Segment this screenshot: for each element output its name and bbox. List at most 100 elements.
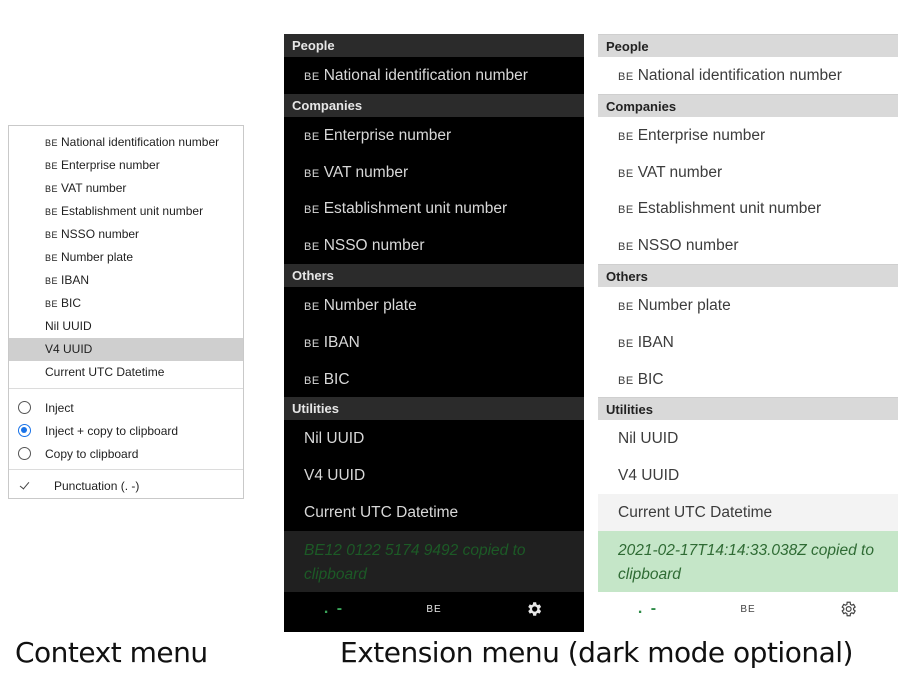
context-item-label: NSSO number [61,227,140,241]
menu-item-enterprise-number[interactable]: BE Enterprise number [284,117,584,154]
menu-item-enterprise-number[interactable]: BE Enterprise number [598,117,898,154]
context-menu-divider [9,388,243,389]
section-header-companies: Companies [598,93,898,117]
menu-item-label: VAT number [637,163,723,181]
menu-item-national-id[interactable]: BE National identification number [284,57,584,94]
menu-item-vat-number[interactable]: BE VAT number [284,154,584,191]
context-item-number-plate[interactable]: BE Number plate [9,246,243,269]
context-item-bic[interactable]: BE BIC [9,292,243,315]
country-prefix: BE [304,241,320,254]
section-header-utilities: Utilities [598,397,898,421]
context-item-vat-number[interactable]: BE VAT number [9,177,243,200]
radio-unchecked-icon [18,447,31,460]
menu-item-bic[interactable]: BE BIC [284,361,584,398]
mode-radio-inject-copy[interactable]: Inject + copy to clipboard [9,419,243,442]
mode-radio-inject[interactable]: Inject [9,396,243,419]
copied-toast: 2021-02-17T14:14:33.038Z copied to clipb… [598,530,898,592]
menu-item-nil-uuid[interactable]: Nil UUID [284,420,584,457]
menu-item-iban[interactable]: BE IBAN [284,324,584,361]
menu-item-label: Establishment unit number [637,200,822,218]
menu-item-number-plate[interactable]: BE Number plate [284,287,584,324]
menu-item-label: Number plate [323,296,417,314]
mode-label: Inject [45,400,74,415]
bottom-toolbar: . - BE [598,591,898,627]
settings-button[interactable] [484,592,584,627]
context-item-v4-uuid[interactable]: V4 UUID [9,338,243,361]
punctuation-label: Punctuation (. -) [54,479,140,493]
country-prefix: BE [304,130,320,143]
settings-button[interactable] [798,592,898,627]
menu-item-establishment-unit-number[interactable]: BE Establishment unit number [284,190,584,227]
punctuation-toggle-button[interactable]: . - [598,592,698,627]
country-prefix: BE [618,204,634,217]
menu-item-label: National identification number [323,67,528,84]
context-item-establishment-unit-number[interactable]: BE Establishment unit number [9,200,243,223]
caption-context-menu: Context menu [15,636,208,669]
punctuation-toggle-label: . - [637,600,659,618]
country-prefix: BE [45,230,59,240]
mode-radio-copy[interactable]: Copy to clipboard [9,442,243,465]
country-select-button[interactable]: BE [384,592,484,627]
context-item-national-id[interactable]: BE National identification number [9,131,243,154]
menu-item-label: National identification number [637,67,842,84]
country-prefix: BE [304,374,320,387]
context-item-label: Establishment unit number [61,204,204,218]
punctuation-toggle-button[interactable]: . - [284,592,384,627]
country-select-label: BE [740,603,756,615]
radio-checked-icon [18,424,31,437]
country-prefix: BE [618,167,634,180]
menu-item-v4-uuid[interactable]: V4 UUID [598,457,898,494]
country-prefix: BE [618,374,634,387]
menu-item-nil-uuid[interactable]: Nil UUID [598,420,898,457]
country-prefix: BE [618,300,634,313]
menu-item-current-utc-datetime[interactable]: Current UTC Datetime [598,493,898,531]
section-header-people: People [284,34,584,57]
context-item-label: V4 UUID [45,342,93,356]
section-header-others: Others [598,263,898,287]
menu-item-label: Number plate [637,296,731,314]
mode-label: Copy to clipboard [45,446,139,461]
extension-menu-light: People BE National identification number … [598,34,898,632]
context-item-iban[interactable]: BE IBAN [9,269,243,292]
caption-extension-menu: Extension menu (dark mode optional) [340,636,853,669]
punctuation-toggle-label: . - [323,600,345,618]
section-header-companies: Companies [284,93,584,117]
menu-item-vat-number[interactable]: BE VAT number [598,154,898,191]
context-item-current-utc-datetime[interactable]: Current UTC Datetime [9,361,243,384]
menu-item-v4-uuid[interactable]: V4 UUID [284,457,584,494]
bottom-toolbar: . - BE [284,591,584,627]
context-item-enterprise-number[interactable]: BE Enterprise number [9,154,243,177]
menu-item-current-utc-datetime[interactable]: Current UTC Datetime [284,494,584,531]
menu-item-label: Enterprise number [323,126,452,144]
context-item-nsso-number[interactable]: BE NSSO number [9,223,243,246]
checkmark-icon [21,481,31,491]
country-prefix: BE [45,276,59,286]
menu-item-label: NSSO number [637,237,739,255]
menu-item-label: IBAN [637,333,674,351]
punctuation-checkbox[interactable]: Punctuation (. -) [9,473,243,499]
menu-item-establishment-unit-number[interactable]: BE Establishment unit number [598,190,898,227]
country-select-button[interactable]: BE [698,592,798,627]
menu-item-nsso-number[interactable]: BE NSSO number [284,227,584,264]
menu-item-number-plate[interactable]: BE Number plate [598,287,898,324]
context-menu: BE National identification number BE Enter… [8,125,244,499]
menu-item-label: IBAN [323,333,360,351]
country-select-label: BE [426,603,442,615]
country-prefix: BE [618,130,634,143]
country-prefix: BE [45,161,59,171]
extension-menu-dark: People BE National identification number … [284,34,584,632]
menu-item-national-id[interactable]: BE National identification number [598,57,898,94]
country-prefix: BE [618,241,634,254]
context-item-label: BIC [61,296,82,310]
country-prefix: BE [45,184,59,194]
menu-item-bic[interactable]: BE BIC [598,361,898,398]
menu-item-nsso-number[interactable]: BE NSSO number [598,227,898,264]
menu-item-label: BIC [637,370,664,388]
country-prefix: BE [304,167,320,180]
country-prefix: BE [45,138,59,148]
menu-item-iban[interactable]: BE IBAN [598,324,898,361]
country-prefix: BE [304,71,320,83]
copied-toast: BE12 0122 5174 9492 copied to clipboard [284,530,584,592]
gear-icon [841,601,856,617]
context-item-nil-uuid[interactable]: Nil UUID [9,315,243,338]
